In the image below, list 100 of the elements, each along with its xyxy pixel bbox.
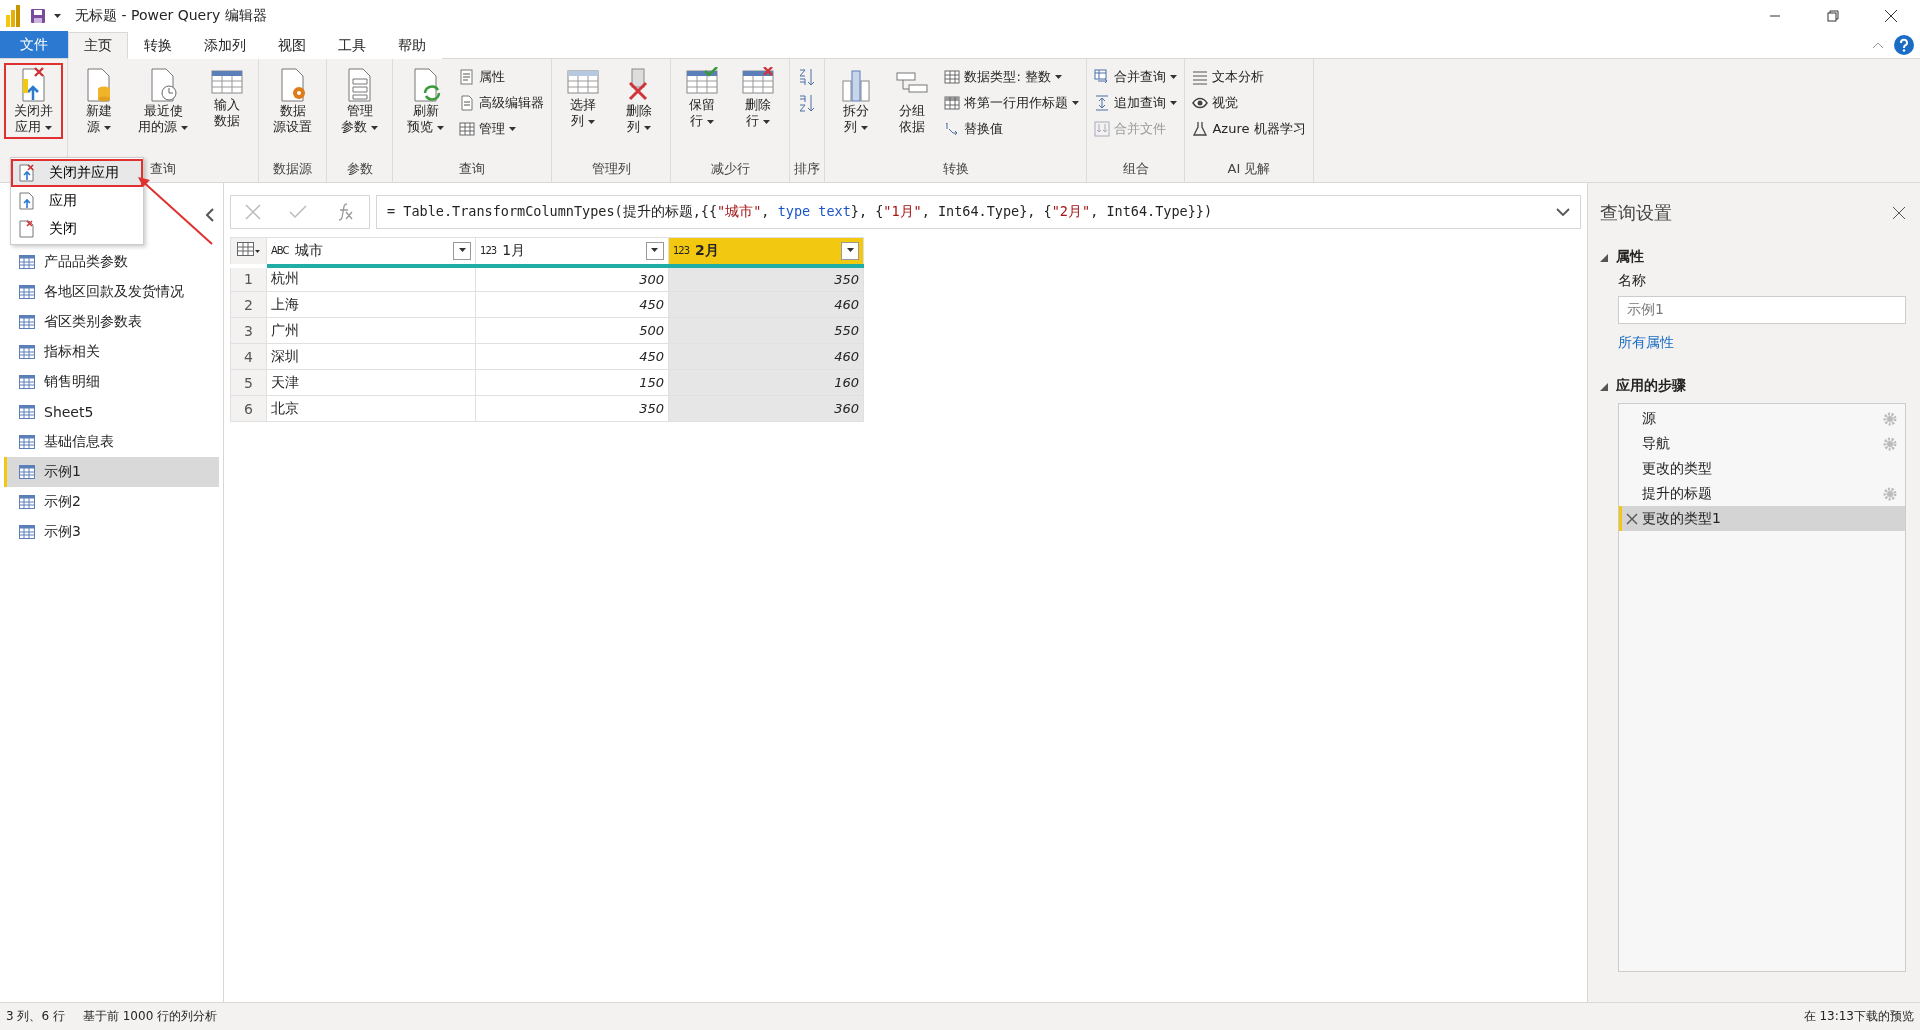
step-name: 导航 bbox=[1642, 434, 1671, 453]
delete-step-icon[interactable] bbox=[1626, 512, 1638, 525]
query-item[interactable]: 指标相关 bbox=[4, 337, 219, 367]
check-icon[interactable] bbox=[289, 205, 307, 219]
step-item[interactable]: 更改的类型 bbox=[1619, 456, 1905, 481]
menu-item[interactable]: 关闭 bbox=[11, 215, 143, 243]
ribbon-button[interactable]: 管理 参数 bbox=[331, 63, 389, 139]
query-item[interactable]: 产品品类参数 bbox=[4, 247, 219, 277]
ribbon-tab[interactable]: 文件 bbox=[0, 31, 68, 58]
step-item[interactable]: 源 bbox=[1619, 406, 1905, 431]
query-item[interactable]: 省区类别参数表 bbox=[4, 307, 219, 337]
step-item[interactable]: 提升的标题 bbox=[1619, 481, 1905, 506]
query-item[interactable]: 销售明细 bbox=[4, 367, 219, 397]
query-item[interactable]: Sheet5 bbox=[4, 397, 219, 427]
menu-item[interactable]: 关闭并应用 bbox=[11, 159, 143, 187]
eye-icon bbox=[1192, 95, 1209, 111]
ribbon-button[interactable]: 视觉 bbox=[1189, 91, 1309, 115]
collapse-ribbon-icon[interactable] bbox=[1872, 40, 1884, 49]
filter-button[interactable] bbox=[453, 241, 472, 260]
close-icon[interactable] bbox=[1884, 9, 1898, 23]
column-title: 城市 bbox=[294, 241, 324, 260]
all-properties-link[interactable]: 所有属性 bbox=[1618, 334, 1906, 352]
window-title: 无标题 - Power Query 编辑器 bbox=[75, 7, 267, 25]
table-icon bbox=[19, 255, 35, 269]
table-menu-button[interactable] bbox=[230, 237, 267, 266]
flask-icon bbox=[1192, 121, 1209, 137]
number-type-label[interactable]: 123 bbox=[480, 245, 497, 257]
caret-icon bbox=[509, 126, 517, 132]
ribbon-button[interactable]: 数据类型: 整数 bbox=[941, 65, 1083, 89]
caret-icon bbox=[846, 248, 854, 254]
table-icon bbox=[19, 345, 35, 359]
text-type-label[interactable]: ABC bbox=[271, 245, 289, 257]
table-cell: 450 bbox=[475, 291, 669, 318]
properties-icon bbox=[459, 69, 476, 85]
ribbon-button[interactable]: 数据 源设置 bbox=[263, 63, 323, 139]
ribbon-button[interactable]: 最近使 用的源 bbox=[128, 63, 199, 139]
table-cell: 450 bbox=[475, 343, 669, 370]
column-header[interactable]: 123 2月 bbox=[668, 237, 864, 266]
collapse-panel-icon[interactable] bbox=[205, 208, 215, 222]
column-header[interactable]: 123 1月 bbox=[475, 237, 669, 266]
group-label: 组合 bbox=[1122, 160, 1149, 178]
ribbon-button[interactable]: 管理 bbox=[456, 117, 548, 141]
query-item[interactable]: 各地区回款及发货情况 bbox=[4, 277, 219, 307]
ribbon-button[interactable]: 高级编辑器 bbox=[456, 91, 548, 115]
ribbon-button[interactable]: 文本分析 bbox=[1189, 65, 1309, 89]
document-arrow-icon bbox=[19, 192, 35, 210]
number-type-label[interactable]: 123 bbox=[673, 245, 690, 257]
ribbon-button[interactable]: 删除 列 bbox=[612, 63, 667, 139]
ribbon-button[interactable]: 关闭并 应用 bbox=[4, 63, 63, 139]
formula-field[interactable]: = Table.TransformColumnTypes(提升的标题,{{"城市", type text}, {"1月", Int64.Type}, {"2月", Int64.Type}}) bbox=[376, 195, 1581, 229]
ribbon-button[interactable]: 合并查询 bbox=[1091, 65, 1181, 89]
ribbon-button[interactable]: 输入 数据 bbox=[200, 63, 255, 133]
ribbon-button[interactable]: 分组 依据 bbox=[885, 63, 940, 139]
expand-formula-icon[interactable] bbox=[1556, 208, 1570, 216]
ribbon-button[interactable]: 替换值 bbox=[941, 117, 1083, 141]
group-label: 查询 bbox=[150, 160, 177, 178]
query-item[interactable]: 示例3 bbox=[4, 517, 219, 547]
save-icon[interactable] bbox=[30, 8, 46, 24]
ribbon-tab[interactable]: 主页 bbox=[68, 32, 128, 59]
column-header[interactable]: ABC 城市 bbox=[266, 237, 476, 266]
restore-icon[interactable] bbox=[1827, 10, 1839, 22]
ribbon-button[interactable]: 选择 列 bbox=[556, 63, 611, 133]
step-item[interactable]: 导航 bbox=[1619, 431, 1905, 456]
table-cell: 广州 bbox=[266, 317, 476, 344]
ribbon-button[interactable]: 拆分 列 bbox=[829, 63, 884, 139]
field-label: 名称 bbox=[1618, 272, 1647, 290]
caret-icon bbox=[458, 248, 466, 254]
section-title: 属性 bbox=[1616, 247, 1644, 266]
close-icon[interactable] bbox=[1892, 206, 1906, 220]
ribbon-button[interactable]: Azure 机器学习 bbox=[1189, 117, 1309, 141]
table-caret-icon[interactable] bbox=[236, 242, 261, 257]
table-icon bbox=[19, 465, 35, 479]
caret-icon bbox=[1170, 74, 1178, 80]
table-cell: 500 bbox=[475, 317, 669, 344]
ribbon-button[interactable]: 新建 源 bbox=[72, 63, 126, 139]
filter-button[interactable] bbox=[646, 241, 664, 260]
expanded-triangle-icon[interactable] bbox=[1600, 383, 1608, 391]
ribbon-button[interactable]: 删除 行 bbox=[731, 63, 786, 133]
ribbon-button[interactable]: 追加查询 bbox=[1091, 91, 1181, 115]
filter-button[interactable] bbox=[841, 241, 859, 260]
ribbon-button[interactable]: 刷新 预览 bbox=[397, 63, 455, 139]
expanded-triangle-icon[interactable] bbox=[1600, 254, 1608, 262]
table-icon bbox=[19, 495, 35, 509]
query-item[interactable]: 基础信息表 bbox=[4, 427, 219, 457]
help-icon[interactable] bbox=[1894, 34, 1914, 55]
menu-item[interactable]: 应用 bbox=[11, 187, 143, 215]
section-title: 应用的步骤 bbox=[1616, 376, 1686, 395]
ribbon-button[interactable]: 保留 行 bbox=[675, 63, 730, 133]
caret-icon bbox=[588, 120, 596, 125]
formula-text: = Table.TransformColumnTypes(提升的标题,{{"城市", type text}, {"1月", Int64.Type}, {"2月", Int64.Type}}) bbox=[387, 203, 1214, 221]
caret-icon bbox=[437, 126, 445, 131]
name-field[interactable]: 示例1 bbox=[1618, 296, 1906, 324]
caret-icon bbox=[371, 126, 379, 131]
ribbon-button[interactable]: 将第一行用作标题 bbox=[941, 91, 1083, 115]
step-item[interactable]: 更改的类型1 bbox=[1619, 506, 1905, 531]
table-icon bbox=[459, 121, 476, 137]
query-item[interactable]: 示例1 bbox=[4, 457, 219, 487]
ribbon-button[interactable]: 属性 bbox=[456, 65, 548, 89]
table-check-icon bbox=[685, 67, 720, 97]
query-item[interactable]: 示例2 bbox=[4, 487, 219, 517]
